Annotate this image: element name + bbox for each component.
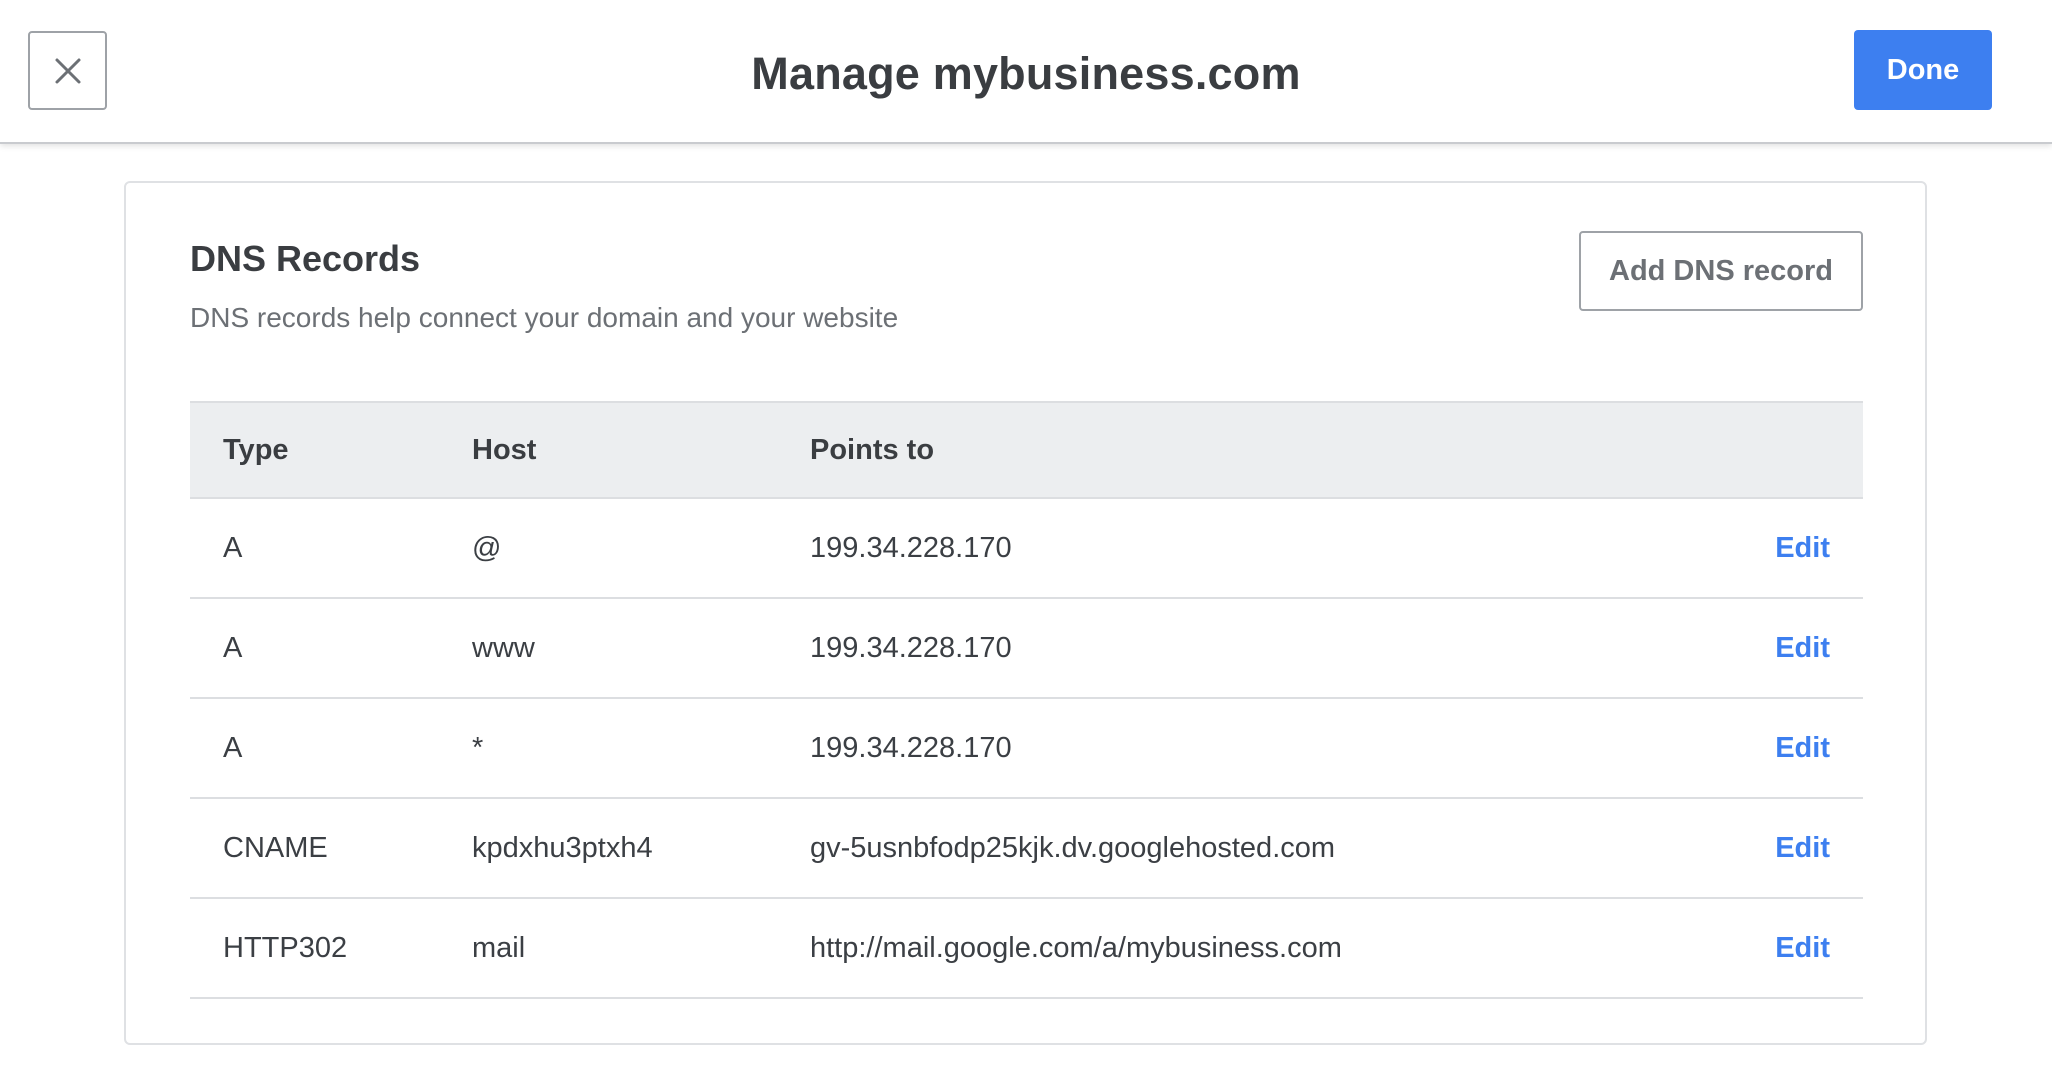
record-type: A [190, 698, 472, 799]
record-type: CNAME [190, 798, 472, 899]
table-row: A @ 199.34.228.170 Edit [190, 498, 1863, 599]
record-host: @ [472, 498, 810, 599]
table-row: A www 199.34.228.170 Edit [190, 598, 1863, 699]
record-points-to: 199.34.228.170 [810, 498, 1714, 599]
record-type: A [190, 498, 472, 599]
edit-record-link[interactable]: Edit [1775, 532, 1830, 564]
done-button[interactable]: Done [1854, 30, 1992, 110]
column-header-type: Type [190, 401, 472, 499]
column-header-actions [1713, 401, 1863, 499]
record-points-to: http://mail.google.com/a/mybusiness.com [810, 898, 1714, 999]
add-dns-record-button[interactable]: Add DNS record [1579, 231, 1863, 311]
edit-record-link[interactable]: Edit [1775, 632, 1830, 664]
dns-records-subtitle: DNS records help connect your domain and… [190, 302, 899, 333]
record-type: HTTP302 [190, 898, 472, 999]
record-points-to: 199.34.228.170 [810, 698, 1714, 799]
dns-records-title: DNS Records [190, 238, 421, 279]
record-points-to: gv-5usnbfodp25kjk.dv.googlehosted.com [810, 798, 1714, 899]
column-header-host: Host [472, 401, 810, 499]
column-header-points-to: Points to [810, 401, 1714, 499]
dns-records-card: DNS Records DNS records help connect you… [124, 181, 1927, 1045]
edit-record-link[interactable]: Edit [1775, 832, 1830, 864]
record-host: kpdxhu3ptxh4 [472, 798, 810, 899]
table-header-row: Type Host Points to [190, 401, 1863, 499]
table-row: HTTP302 mail http://mail.google.com/a/my… [190, 898, 1863, 999]
edit-record-link[interactable]: Edit [1775, 932, 1830, 964]
record-host: www [472, 598, 810, 699]
edit-record-link[interactable]: Edit [1775, 732, 1830, 764]
dns-records-table: Type Host Points to A @ 199.34.228.170 E… [190, 401, 1863, 999]
table-row: A * 199.34.228.170 Edit [190, 698, 1863, 799]
record-host: mail [472, 898, 810, 999]
record-type: A [190, 598, 472, 699]
record-host: * [472, 698, 810, 799]
table-row: CNAME kpdxhu3ptxh4 gv-5usnbfodp25kjk.dv.… [190, 798, 1863, 899]
page-title: Manage mybusiness.com [751, 48, 1301, 99]
top-bar: Manage mybusiness.com Done [0, 0, 2052, 144]
record-points-to: 199.34.228.170 [810, 598, 1714, 699]
